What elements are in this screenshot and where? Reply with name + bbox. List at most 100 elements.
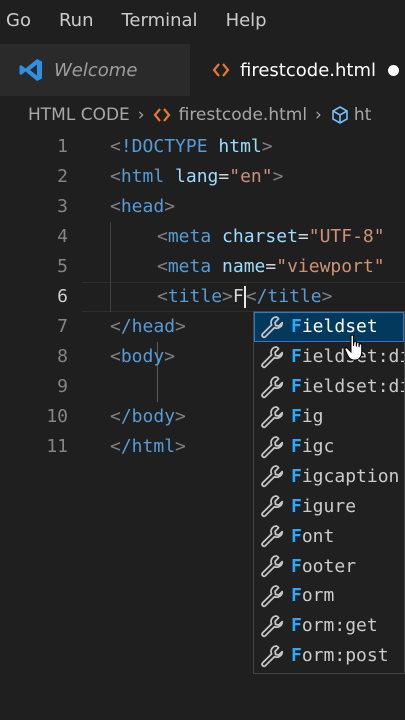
suggestion-item[interactable]: Form	[254, 581, 404, 611]
suggestion-match: F	[291, 525, 302, 547]
attribute-value: "UTF-8"	[308, 226, 385, 247]
menu-help[interactable]: Help	[226, 10, 267, 31]
wrench-icon	[261, 525, 284, 548]
autocomplete-popup: FieldsetFieldset:disabledFieldset:disabl…	[253, 311, 405, 674]
tag-name: html	[120, 166, 165, 187]
suggestion-match: F	[291, 465, 302, 487]
bracket: <	[157, 286, 168, 307]
suggestion-match: F	[291, 316, 302, 338]
doctype-keyword: !DOCTYPE	[120, 136, 208, 157]
equals: =	[218, 166, 230, 187]
html-file-icon	[153, 108, 171, 122]
unsaved-dot-icon[interactable]	[387, 64, 399, 76]
bracket: >	[272, 166, 284, 187]
wrench-icon	[261, 375, 284, 398]
menu-go[interactable]: Go	[6, 10, 31, 31]
vscode-logo-icon	[19, 59, 42, 81]
tab-firestcode-html[interactable]: firestcode.html	[190, 44, 405, 96]
suggestion-label: ooter	[301, 555, 357, 577]
code-line: 2 <html lang="en">	[0, 162, 405, 192]
bracket: >	[175, 316, 186, 337]
tag-name: /html	[120, 436, 176, 457]
suggestion-label: ieldset:disabled	[301, 376, 404, 398]
suggestion-match: F	[291, 406, 302, 428]
suggestion-item[interactable]: Footer	[254, 551, 404, 581]
bracket: >	[175, 406, 186, 427]
breadcrumb-folder[interactable]: HTML CODE	[28, 105, 130, 125]
bracket: >	[164, 346, 176, 367]
suggestion-match: F	[291, 495, 302, 517]
breadcrumb-file[interactable]: firestcode.html	[179, 105, 307, 125]
suggestion-label: orm:get	[301, 615, 378, 637]
bracket: >	[261, 136, 273, 157]
suggestion-label: orm	[301, 585, 335, 607]
tab-bar: Welcome firestcode.html	[0, 44, 405, 96]
code-line: 5 <meta name="viewport"	[0, 252, 405, 282]
bracket: >	[175, 436, 186, 457]
bracket: <	[110, 196, 121, 217]
doctype-value: html	[218, 136, 262, 157]
bracket: <	[245, 286, 257, 307]
menu-terminal[interactable]: Terminal	[121, 10, 197, 31]
suggestion-label: igcaption	[301, 465, 400, 487]
wrench-icon	[261, 614, 284, 637]
bracket: <	[110, 406, 121, 427]
suggestion-match: F	[291, 615, 302, 637]
suggestion-item[interactable]: Figure	[254, 491, 404, 521]
bracket: <	[110, 166, 121, 187]
tag-name: body	[120, 346, 165, 367]
suggestion-item[interactable]: Form:get	[254, 611, 404, 641]
tag-name: title	[167, 286, 223, 307]
wrench-icon	[261, 585, 284, 608]
suggestion-item[interactable]: Fig	[254, 402, 404, 432]
tab-firestcode-label: firestcode.html	[240, 59, 376, 81]
suggestion-label: ig	[301, 406, 324, 428]
suggestion-item-selected[interactable]: Fieldset	[254, 312, 404, 342]
tab-welcome[interactable]: Welcome	[0, 44, 190, 96]
suggestion-item[interactable]: Fieldset:disabled	[254, 342, 404, 372]
bracket: <	[110, 436, 121, 457]
line-number: 10	[46, 406, 68, 427]
bracket: <	[157, 256, 168, 277]
wrench-icon	[261, 345, 284, 368]
code-line: 3 <head>	[0, 192, 405, 222]
attribute-name: lang	[175, 166, 219, 187]
bracket: >	[222, 286, 233, 307]
suggestion-item[interactable]: Figcaption	[254, 461, 404, 491]
wrench-icon	[261, 435, 284, 458]
bracket: <	[110, 346, 121, 367]
tag-name: /title	[256, 286, 322, 307]
bracket: <	[110, 136, 121, 157]
chevron-right-icon: ›	[137, 105, 145, 125]
tag-name: /body	[120, 406, 176, 427]
tab-welcome-label: Welcome	[54, 59, 138, 81]
suggestion-label: igc	[301, 436, 335, 457]
wrench-icon	[261, 405, 284, 428]
suggestion-item[interactable]: Font	[254, 521, 404, 551]
attribute-name: charset	[222, 226, 298, 247]
suggestion-match: F	[291, 436, 302, 457]
line-number: 1	[57, 136, 68, 157]
html-file-icon	[212, 63, 230, 77]
bracket: >	[164, 196, 176, 217]
line-number: 9	[57, 376, 68, 397]
breadcrumb-symbol[interactable]: ht	[354, 105, 371, 125]
tag-name: /head	[120, 316, 176, 337]
line-number: 6	[57, 286, 68, 307]
code-line: 4 <meta charset="UTF-8"	[0, 222, 405, 252]
hand-pointer-icon	[344, 334, 363, 361]
suggestion-item[interactable]: Figc	[254, 432, 404, 462]
menu-run[interactable]: Run	[59, 10, 94, 31]
typed-text: F	[232, 286, 244, 307]
line-number: 2	[57, 166, 68, 187]
suggestion-match: F	[291, 346, 302, 368]
attribute-value: "viewport"	[276, 256, 385, 277]
line-number: 11	[46, 436, 68, 457]
chevron-right-icon: ›	[315, 105, 322, 125]
suggestion-item[interactable]: Fieldset:disabled	[254, 372, 404, 402]
cube-symbol-icon	[332, 106, 348, 124]
tag-name: head	[120, 196, 165, 217]
line-number: 3	[57, 196, 68, 217]
line-number: 8	[57, 346, 68, 367]
suggestion-item[interactable]: Form:post	[254, 641, 404, 671]
